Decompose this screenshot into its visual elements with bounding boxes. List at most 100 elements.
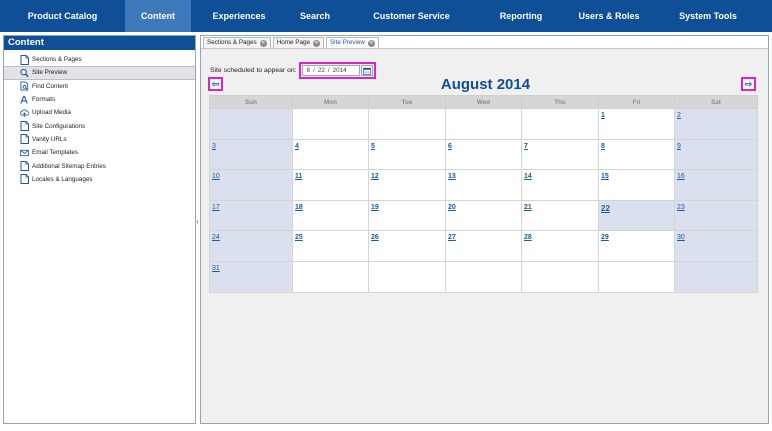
calendar-day-cell[interactable]: 1 xyxy=(598,108,675,140)
calendar-day-link[interactable]: 31 xyxy=(212,265,220,272)
close-icon[interactable]: ✕ xyxy=(367,39,375,47)
calendar-day-link[interactable]: 1 xyxy=(601,112,605,119)
calendar-day-cell[interactable]: 16 xyxy=(674,169,758,201)
calendar-day-link[interactable]: 2 xyxy=(677,112,681,119)
calendar-day-link[interactable]: 17 xyxy=(212,204,220,211)
sidebar-item-email-templates[interactable]: Email Templates xyxy=(4,146,195,159)
tab-site-preview[interactable]: Site Preview ✕ xyxy=(325,37,379,48)
calendar-day-cell[interactable]: 23 xyxy=(674,199,758,232)
calendar-day-cell[interactable]: 13 xyxy=(445,169,522,201)
calendar-day-link[interactable]: 7 xyxy=(524,143,528,150)
calendar-day-cell[interactable]: 9 xyxy=(674,138,758,171)
sidebar-item-find-content[interactable]: Find Content xyxy=(4,80,195,93)
calendar-day-link[interactable]: 23 xyxy=(677,204,685,211)
nav-experiences[interactable]: Experiences xyxy=(191,0,287,32)
calendar-day-link[interactable]: 13 xyxy=(448,173,456,180)
calendar-day-link[interactable]: 12 xyxy=(371,173,379,180)
calendar-day-cell[interactable]: 3 xyxy=(209,138,293,171)
sidebar-item-locales-languages[interactable]: Locales & Languages xyxy=(4,173,195,186)
calendar-day-cell[interactable]: 8 xyxy=(598,138,675,171)
panel-splitter-handle[interactable]: ‹ xyxy=(196,217,199,229)
calendar-day-cell[interactable]: 11 xyxy=(292,169,369,201)
tab-sections-pages[interactable]: Sections & Pages ✕ xyxy=(203,37,271,48)
calendar-day-cell[interactable]: 19 xyxy=(368,199,446,232)
weekday-header: Thu xyxy=(521,95,599,109)
date-input[interactable]: 8 / 22 / 2014 xyxy=(301,65,360,76)
calendar-day-link[interactable]: 19 xyxy=(371,204,379,211)
calendar-day-link[interactable]: 9 xyxy=(677,143,681,150)
calendar-day-cell[interactable]: 21 xyxy=(521,199,599,232)
calendar-day-cell[interactable]: 17 xyxy=(209,199,293,232)
calendar-day-cell[interactable]: 31 xyxy=(209,260,293,293)
calendar-day-link[interactable]: 14 xyxy=(524,173,532,180)
nav-customer-service[interactable]: Customer Service xyxy=(343,0,480,32)
prev-month-button[interactable]: ⇦ xyxy=(208,77,223,91)
calendar-day-cell[interactable]: 24 xyxy=(209,230,293,262)
calendar-day-link[interactable]: 29 xyxy=(601,234,609,241)
calendar-day-cell[interactable]: 12 xyxy=(368,169,446,201)
calendar-day-link[interactable]: 24 xyxy=(212,234,220,241)
sidebar-item-formats[interactable]: Formats xyxy=(4,93,195,106)
calendar-day-cell[interactable]: 18 xyxy=(292,199,369,232)
calendar-day-cell[interactable]: 25 xyxy=(292,230,369,262)
calendar-day-cell[interactable]: 4 xyxy=(292,138,369,171)
sidebar-item-vanity-urls[interactable]: Vanity URLs xyxy=(4,133,195,146)
calendar-day-cell[interactable]: 29 xyxy=(598,230,675,262)
nav-users-roles[interactable]: Users & Roles xyxy=(562,0,656,32)
calendar-day-cell[interactable]: 14 xyxy=(521,169,599,201)
sidebar-item-site-configurations[interactable]: Site Configurations xyxy=(4,119,195,132)
calendar-day-link[interactable]: 20 xyxy=(448,204,456,211)
nav-product-catalog[interactable]: Product Catalog xyxy=(0,0,125,32)
calendar-day-link[interactable]: 5 xyxy=(371,143,375,150)
calendar-day-link[interactable]: 18 xyxy=(295,204,303,211)
calendar-day-cell[interactable]: 28 xyxy=(521,230,599,262)
calendar-day-cell[interactable]: 22 xyxy=(598,199,675,232)
tab-home-page[interactable]: Home Page ✕ xyxy=(272,37,324,48)
calendar-day-link[interactable]: 30 xyxy=(677,234,685,241)
calendar-day-link[interactable]: 26 xyxy=(371,234,379,241)
calendar-day-cell[interactable]: 20 xyxy=(445,199,522,232)
calendar-day-link[interactable]: 27 xyxy=(448,234,456,241)
calendar-empty-cell xyxy=(674,260,758,293)
calendar-day-cell[interactable]: 6 xyxy=(445,138,522,171)
calendar-day-link[interactable]: 25 xyxy=(295,234,303,241)
calendar-day-link[interactable]: 6 xyxy=(448,143,452,150)
calendar-day-cell[interactable]: 27 xyxy=(445,230,522,262)
nav-content[interactable]: Content xyxy=(125,0,191,32)
calendar-day-link[interactable]: 21 xyxy=(524,204,532,211)
month-title: August 2014 xyxy=(440,76,531,93)
nav-search[interactable]: Search xyxy=(287,0,343,32)
calendar-day-link[interactable]: 4 xyxy=(295,143,299,150)
date-month[interactable]: 8 xyxy=(307,66,311,75)
calendar-empty-cell xyxy=(368,260,446,293)
sidebar-item-sections-pages[interactable]: Sections & Pages xyxy=(4,53,195,66)
calendar-day-cell[interactable]: 5 xyxy=(368,138,446,171)
sidebar-item-upload-media[interactable]: Upload Media xyxy=(4,106,195,119)
calendar-day-cell[interactable]: 10 xyxy=(209,169,293,201)
calendar-day-link[interactable]: 16 xyxy=(677,173,685,180)
calendar-day-link[interactable]: 10 xyxy=(212,173,220,180)
calendar-day-link[interactable]: 8 xyxy=(601,143,605,150)
date-day[interactable]: 22 xyxy=(318,66,325,75)
close-icon[interactable]: ✕ xyxy=(259,39,267,47)
calendar-day-link[interactable]: 11 xyxy=(295,173,302,180)
calendar-day-cell[interactable]: 30 xyxy=(674,230,758,262)
sidebar-item-additional-sitemap-entries[interactable]: Additional Sitemap Entries xyxy=(4,159,195,172)
next-month-button[interactable]: ⇨ xyxy=(741,77,756,91)
sidebar-item-site-preview[interactable]: Site Preview xyxy=(4,66,195,80)
calendar-day-link[interactable]: 28 xyxy=(524,234,532,241)
calendar-day-cell[interactable]: 26 xyxy=(368,230,446,262)
tab-label: Sections & Pages xyxy=(207,39,257,46)
calendar-day-link[interactable]: 22 xyxy=(601,204,610,213)
calendar-day-link[interactable]: 3 xyxy=(212,143,216,150)
calendar-day-link[interactable]: 15 xyxy=(601,173,609,180)
close-icon[interactable]: ✕ xyxy=(312,39,320,47)
calendar-button[interactable] xyxy=(360,65,373,76)
calendar-day-cell[interactable]: 2 xyxy=(674,108,758,140)
nav-system-tools[interactable]: System Tools xyxy=(656,0,760,32)
calendar-day-cell[interactable]: 7 xyxy=(521,138,599,171)
calendar-empty-cell xyxy=(292,108,369,140)
nav-reporting[interactable]: Reporting xyxy=(480,0,562,32)
date-year[interactable]: 2014 xyxy=(333,66,347,75)
calendar-day-cell[interactable]: 15 xyxy=(598,169,675,201)
